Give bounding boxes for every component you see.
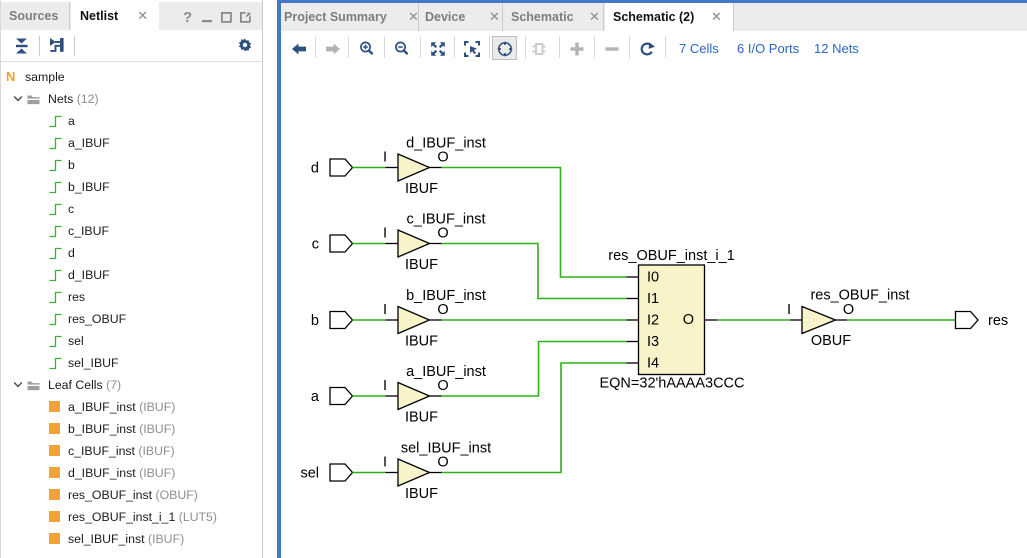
svg-text:O: O bbox=[437, 378, 448, 394]
svg-text:res_OBUF_inst: res_OBUF_inst bbox=[810, 288, 909, 304]
svg-text:IBUF: IBUF bbox=[405, 410, 438, 426]
svg-text:IBUF: IBUF bbox=[405, 334, 438, 350]
svg-text:res: res bbox=[988, 313, 1008, 329]
svg-text:IBUF: IBUF bbox=[405, 181, 438, 197]
svg-text:c_IBUF_inst: c_IBUF_inst bbox=[407, 212, 486, 228]
svg-text:b_IBUF_inst: b_IBUF_inst bbox=[406, 288, 486, 304]
svg-text:I: I bbox=[383, 302, 387, 318]
svg-text:I2: I2 bbox=[647, 313, 659, 329]
svg-text:I: I bbox=[787, 302, 791, 318]
svg-text:O: O bbox=[437, 226, 448, 242]
svg-text:I: I bbox=[383, 378, 387, 394]
svg-text:O: O bbox=[437, 302, 448, 318]
svg-text:O: O bbox=[437, 455, 448, 471]
svg-text:OBUF: OBUF bbox=[811, 333, 851, 349]
svg-text:c: c bbox=[312, 237, 319, 253]
svg-text:IBUF: IBUF bbox=[405, 486, 438, 502]
svg-text:a_IBUF_inst: a_IBUF_inst bbox=[406, 364, 486, 380]
svg-text:?: ? bbox=[183, 9, 192, 24]
svg-text:EQN=32'hAAAA3CCC: EQN=32'hAAAA3CCC bbox=[599, 376, 744, 392]
svg-text:b: b bbox=[311, 313, 319, 329]
svg-text:O: O bbox=[437, 150, 448, 166]
svg-text:I: I bbox=[383, 150, 387, 166]
svg-text:I3: I3 bbox=[647, 334, 659, 350]
svg-text:a: a bbox=[311, 389, 320, 405]
svg-text:res_OBUF_inst_i_1: res_OBUF_inst_i_1 bbox=[608, 248, 735, 264]
svg-text:sel_IBUF_inst: sel_IBUF_inst bbox=[401, 441, 491, 457]
svg-text:O: O bbox=[683, 312, 694, 328]
svg-text:d: d bbox=[311, 161, 319, 177]
svg-text:I: I bbox=[383, 226, 387, 242]
svg-text:O: O bbox=[843, 302, 854, 318]
svg-text:I4: I4 bbox=[647, 356, 659, 372]
svg-text:IBUF: IBUF bbox=[405, 257, 438, 273]
svg-text:d_IBUF_inst: d_IBUF_inst bbox=[406, 136, 486, 152]
svg-text:I: I bbox=[383, 455, 387, 471]
svg-text:I0: I0 bbox=[647, 270, 659, 286]
svg-text:sel: sel bbox=[300, 466, 319, 482]
svg-text:I1: I1 bbox=[647, 291, 659, 307]
